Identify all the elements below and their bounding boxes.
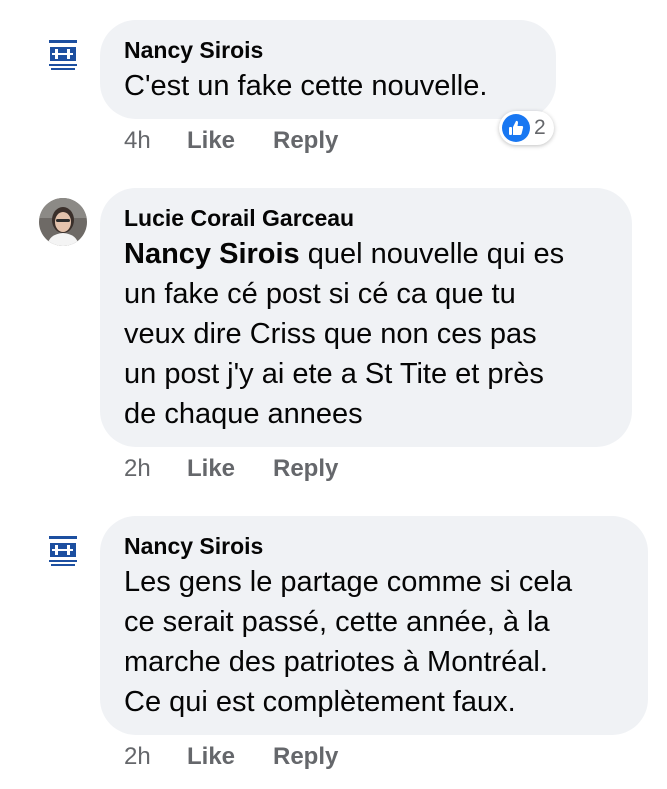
comment-bubble: Nancy Sirois C'est un fake cette nouvell…	[100, 20, 556, 119]
patriotes-logo-icon	[39, 526, 87, 574]
comment-text: Les gens le partage comme si cela ce ser…	[124, 562, 624, 722]
patriotes-logo-icon	[39, 30, 87, 78]
comment-text-line: un fake cé post si cé ca que tu	[124, 278, 516, 310]
thumbs-up-icon	[502, 114, 530, 142]
comment-text: Nancy Sirois quel nouvelle qui es un fak…	[124, 234, 608, 434]
comment-text-line: Ce qui est complètement faux.	[124, 686, 516, 718]
comment-author[interactable]: Nancy Sirois	[124, 34, 532, 66]
avatar[interactable]	[39, 30, 87, 78]
mention-link[interactable]: Nancy Sirois	[124, 238, 300, 270]
comment-text-line: veux dire Criss que non ces pas	[124, 318, 537, 350]
like-button[interactable]: Like	[187, 455, 235, 483]
comment-text: C'est un fake cette nouvelle.	[124, 70, 488, 102]
comment-author[interactable]: Nancy Sirois	[124, 530, 624, 562]
reaction-count: 2	[534, 116, 546, 139]
comment-timestamp[interactable]: 2h	[124, 743, 151, 771]
reply-button[interactable]: Reply	[273, 743, 338, 771]
comment-text-line: un post j'y ai ete a St Tite et près	[124, 358, 544, 390]
like-button[interactable]: Like	[187, 127, 235, 155]
comment-bubble: Nancy Sirois Les gens le partage comme s…	[100, 516, 648, 735]
like-button[interactable]: Like	[187, 743, 235, 771]
comment-text-line: ce serait passé, cette année, à la	[124, 606, 550, 638]
avatar[interactable]	[39, 526, 87, 574]
profile-photo-icon	[39, 198, 87, 246]
comment-timestamp[interactable]: 4h	[124, 127, 151, 155]
reaction-badge[interactable]: 2	[499, 111, 554, 145]
comment-timestamp[interactable]: 2h	[124, 455, 151, 483]
comment-text-line: marche des patriotes à Montréal.	[124, 646, 548, 678]
comment-text-line: Les gens le partage comme si cela	[124, 566, 573, 598]
avatar[interactable]	[39, 198, 87, 246]
reply-button[interactable]: Reply	[273, 455, 338, 483]
comment-bubble: Lucie Corail Garceau Nancy Sirois quel n…	[100, 188, 632, 447]
comment-text-line: quel nouvelle qui es	[299, 238, 565, 270]
comment-author[interactable]: Lucie Corail Garceau	[124, 202, 608, 234]
comment-text-line: de chaque annees	[124, 398, 363, 430]
reply-button[interactable]: Reply	[273, 127, 338, 155]
